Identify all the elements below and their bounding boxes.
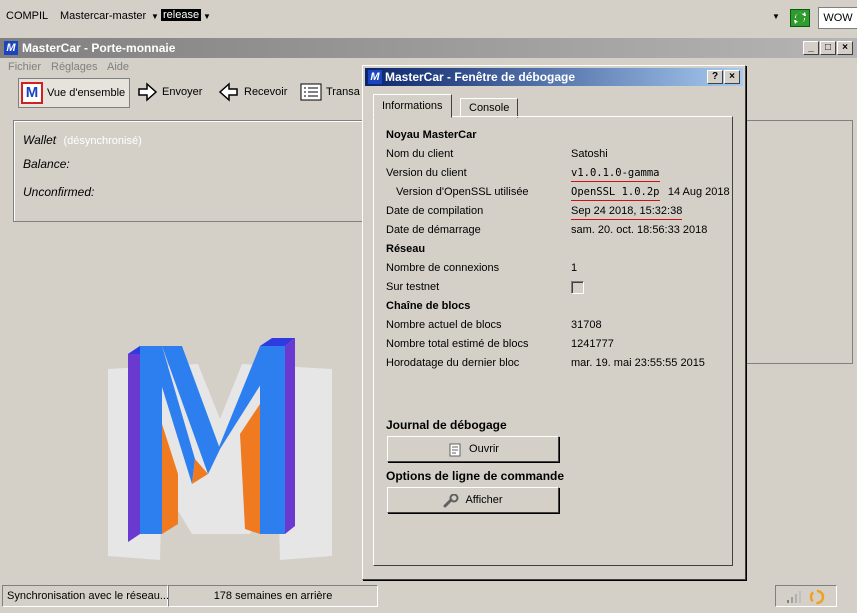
testnet-label: Sur testnet	[386, 281, 440, 293]
build-date-label: Date de compilation	[386, 205, 484, 217]
client-version-value: v1.0.1.0-gamma	[571, 167, 660, 182]
signal-icon	[786, 590, 802, 611]
list-icon	[300, 81, 322, 103]
build-config-select[interactable]: release	[161, 9, 202, 21]
blocks-value: 31708	[571, 319, 602, 331]
menu-reglages[interactable]: Réglages	[51, 61, 97, 73]
send-button[interactable]: Envoyer	[136, 78, 202, 106]
chevron-down-icon[interactable]: ▼	[151, 12, 159, 21]
syncing-icon	[808, 588, 826, 613]
send-label: Envoyer	[162, 86, 203, 98]
debug-window-title: MasterCar - Fenêtre de débogage	[385, 70, 576, 84]
connections-value: 1	[571, 262, 578, 274]
status-bar: Synchronisation avec le réseau... 178 se…	[0, 583, 857, 611]
total-blocks-label: Nombre total estimé de blocs	[386, 338, 529, 350]
sync-status-text: Synchronisation avec le réseau...	[2, 585, 169, 607]
document-icon	[447, 442, 463, 457]
status-icons	[775, 585, 837, 607]
wrench-icon	[443, 493, 459, 508]
open-label: Ouvrir	[469, 443, 499, 455]
last-block-value: mar. 19. mai 23:55:55 2015	[571, 357, 705, 369]
mastercar-logo-icon: M	[4, 41, 18, 55]
section-core: Noyau MasterCar	[386, 129, 477, 141]
blocks-behind-progress: 178 semaines en arrière	[168, 585, 378, 607]
informations-pane: Noyau MasterCar Nom du client Satoshi Ve…	[373, 116, 733, 566]
tab-informations[interactable]: Informations	[373, 94, 452, 118]
menu-fichier[interactable]: Fichier	[8, 61, 41, 73]
last-block-label: Horodatage du dernier bloc	[386, 357, 520, 369]
mastercar-logo-icon: M	[368, 70, 382, 84]
total-blocks-value: 1241777	[571, 338, 614, 350]
receive-label: Recevoir	[244, 86, 288, 98]
section-network: Réseau	[386, 243, 426, 255]
menu-aide[interactable]: Aide	[107, 61, 129, 73]
openssl-version-value: OpenSSL 1.0.2p	[571, 186, 660, 201]
chevron-down-icon[interactable]: ▼	[772, 12, 780, 21]
wow-field[interactable]: WOW	[818, 7, 857, 29]
window-title: MasterCar - Porte-monnaie	[22, 41, 176, 55]
refresh-icon[interactable]	[790, 9, 810, 27]
debug-title-bar: M MasterCar - Fenêtre de débogage ? ×	[365, 68, 743, 86]
section-debug-log: Journal de débogage	[386, 418, 507, 432]
blocks-label: Nombre actuel de blocs	[386, 319, 502, 331]
section-cmdline: Options de ligne de commande	[386, 469, 565, 483]
connections-label: Nombre de connexions	[386, 262, 500, 274]
chevron-down-icon[interactable]: ▼	[203, 12, 211, 21]
overview-label: Vue d'ensemble	[47, 87, 126, 99]
arrow-right-icon	[136, 81, 158, 103]
startup-date-label: Date de démarrage	[386, 224, 481, 236]
mastercar-logo	[100, 324, 340, 572]
open-debug-log-button[interactable]: Ouvrir	[387, 436, 559, 462]
top-toolbar: COMPIL Mastercar-master ▼ release ▼ ▼ WO…	[0, 0, 857, 37]
transactions-button[interactable]: Transa	[300, 78, 360, 106]
wallet-label: Wallet	[23, 133, 57, 147]
client-name-label: Nom du client	[386, 148, 454, 160]
show-label: Afficher	[465, 494, 503, 506]
startup-date-value: sam. 20. oct. 18:56:33 2018	[571, 224, 708, 236]
main-title-bar: M MasterCar - Porte-monnaie _ □ ×	[0, 38, 857, 58]
receive-button[interactable]: Recevoir	[218, 78, 287, 106]
unconfirmed-label: Unconfirmed:	[23, 185, 95, 199]
transactions-label: Transa	[326, 86, 360, 98]
compil-label[interactable]: COMPIL	[6, 10, 48, 22]
openssl-date-value: 14 Aug 2018	[667, 186, 730, 198]
section-blockchain: Chaîne de blocs	[386, 300, 471, 312]
sync-state: (désynchronisé)	[63, 135, 142, 147]
recent-transactions-panel	[728, 120, 853, 364]
overview-button[interactable]: M Vue d'ensemble	[18, 78, 131, 108]
client-version-label: Version du client	[386, 167, 467, 179]
close-button[interactable]: ×	[837, 41, 853, 55]
mastercar-logo-icon: M	[21, 82, 43, 105]
minimize-button[interactable]: _	[803, 41, 819, 55]
maximize-button[interactable]: □	[820, 41, 836, 55]
balance-panel: Wallet (désynchronisé) Balance: Unconfir…	[13, 120, 365, 222]
testnet-checkbox	[571, 281, 584, 294]
balance-label: Balance:	[23, 157, 70, 171]
arrow-left-icon	[218, 81, 240, 103]
tab-console[interactable]: Console	[460, 98, 519, 118]
show-cmdline-button[interactable]: Afficher	[387, 487, 559, 513]
branch-select[interactable]: Mastercar-master	[60, 10, 146, 22]
openssl-label: Version d'OpenSSL utilisée	[396, 186, 529, 198]
build-date-value: Sep 24 2018, 15:32:38	[571, 205, 683, 220]
close-button[interactable]: ×	[724, 70, 740, 84]
help-button[interactable]: ?	[707, 70, 723, 84]
debug-window: M MasterCar - Fenêtre de débogage ? × Inf…	[362, 65, 746, 580]
client-name-value: Satoshi	[571, 148, 608, 160]
